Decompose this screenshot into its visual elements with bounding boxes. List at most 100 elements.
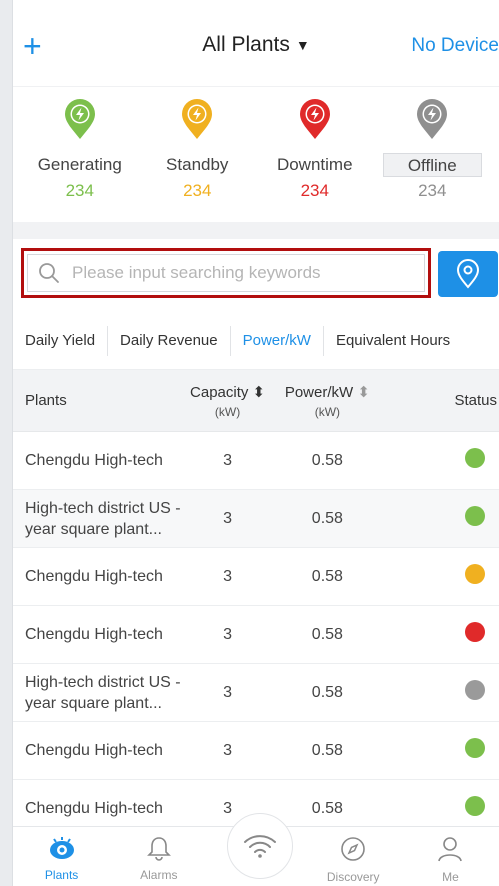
page-title: All Plants bbox=[202, 33, 290, 56]
nav-center-slot bbox=[207, 813, 304, 886]
plant-name: Chengdu High-tech bbox=[25, 568, 163, 585]
no-device-link[interactable]: No Device bbox=[411, 35, 499, 57]
plant-list: Chengdu High-tech 3 0.58 High-tech distr… bbox=[13, 432, 499, 838]
status-generating[interactable]: Generating 234 bbox=[25, 97, 135, 222]
lightning-pin-icon bbox=[299, 99, 330, 139]
search-icon bbox=[39, 263, 59, 283]
plant-name: Chengdu High-tech bbox=[25, 452, 163, 469]
plant-power: 0.58 bbox=[311, 683, 343, 701]
plant-power: 0.58 bbox=[311, 741, 343, 759]
status-dot-generating bbox=[465, 506, 485, 526]
header-capacity[interactable]: Capacity ⬍ (kW) bbox=[183, 383, 273, 419]
search-input[interactable] bbox=[72, 263, 392, 283]
status-cell bbox=[382, 738, 499, 763]
nav-label: Me bbox=[442, 870, 459, 884]
status-cell bbox=[382, 506, 499, 531]
locate-button[interactable] bbox=[438, 251, 498, 297]
status-downtime[interactable]: Downtime 234 bbox=[260, 97, 370, 222]
wifi-button[interactable] bbox=[227, 813, 293, 879]
nav-label: Plants bbox=[44, 868, 79, 882]
status-dot-generating bbox=[465, 738, 485, 758]
lightning-pin-icon bbox=[182, 99, 213, 139]
status-cell bbox=[382, 564, 499, 589]
app-screen: + All Plants ▼ No Device Generating 234 S bbox=[12, 0, 499, 886]
sort-icon: ⬍ bbox=[248, 383, 266, 401]
tab-equivalent-hours[interactable]: Equivalent Hours bbox=[324, 326, 462, 356]
plant-power: 0.58 bbox=[311, 451, 343, 469]
search-field[interactable] bbox=[27, 254, 425, 292]
status-dot-generating bbox=[465, 448, 485, 468]
plants-eye-icon bbox=[49, 837, 74, 859]
header-capacity-unit: (kW) bbox=[214, 404, 241, 419]
header-power-unit: (kW) bbox=[314, 404, 341, 419]
nav-discovery[interactable]: Discovery bbox=[305, 827, 402, 886]
lightning-pin-icon bbox=[64, 99, 95, 139]
status-dot-offline bbox=[465, 680, 485, 700]
status-cell bbox=[382, 796, 499, 821]
status-count: 234 bbox=[183, 181, 212, 200]
table-row[interactable]: Chengdu High-tech 3 0.58 bbox=[13, 548, 499, 606]
status-label: Standby bbox=[166, 155, 229, 174]
status-offline[interactable]: Offline 234 bbox=[377, 97, 487, 222]
plant-capacity: 3 bbox=[223, 683, 233, 701]
lightning-pin-icon bbox=[417, 99, 448, 139]
metric-tabs: Daily Yield Daily Revenue Power/kW Equiv… bbox=[13, 313, 499, 370]
status-label: Offline bbox=[382, 153, 482, 177]
plant-power: 0.58 bbox=[311, 509, 343, 527]
tab-daily-yield[interactable]: Daily Yield bbox=[13, 326, 109, 356]
plant-power: 0.58 bbox=[311, 799, 343, 817]
nav-alarms[interactable]: Alarms bbox=[110, 827, 207, 886]
status-cell bbox=[382, 622, 499, 647]
header-power-label: Power/kW bbox=[284, 383, 354, 401]
header-capacity-label: Capacity bbox=[190, 383, 249, 401]
bottom-nav: Plants Alarms Discovery Me bbox=[13, 813, 499, 886]
header-plants: Plants bbox=[25, 392, 67, 409]
table-row[interactable]: Chengdu High-tech 3 0.58 bbox=[13, 606, 499, 664]
plant-capacity: 3 bbox=[223, 451, 233, 469]
nav-plants[interactable]: Plants bbox=[13, 827, 110, 886]
plant-capacity: 3 bbox=[223, 509, 233, 527]
status-count: 234 bbox=[300, 181, 329, 200]
table-row[interactable]: High-tech district US -year square plant… bbox=[13, 664, 499, 722]
plant-name: High-tech district US -year square plant… bbox=[25, 673, 181, 712]
plant-power: 0.58 bbox=[311, 625, 343, 643]
plant-name: Chengdu High-tech bbox=[25, 742, 163, 759]
status-label: Downtime bbox=[276, 155, 353, 174]
header-power[interactable]: Power/kW ⬍ (kW) bbox=[272, 383, 382, 419]
compass-icon bbox=[341, 837, 366, 861]
table-row[interactable]: High-tech district US -year square plant… bbox=[13, 490, 499, 548]
plant-capacity: 3 bbox=[223, 741, 233, 759]
tab-power-kw[interactable]: Power/kW bbox=[231, 326, 324, 356]
person-icon bbox=[438, 837, 463, 862]
nav-label: Discovery bbox=[326, 870, 380, 884]
top-bar: + All Plants ▼ No Device bbox=[13, 0, 499, 86]
table-header: Plants Capacity ⬍ (kW) Power/kW ⬍ (kW) S… bbox=[13, 370, 499, 432]
table-row[interactable]: Chengdu High-tech 3 0.58 bbox=[13, 432, 499, 490]
plant-name: Chengdu High-tech bbox=[25, 800, 163, 817]
header-status: Status bbox=[454, 392, 497, 409]
plant-name: High-tech district US -year square plant… bbox=[25, 499, 181, 538]
plant-capacity: 3 bbox=[223, 567, 233, 585]
status-standby[interactable]: Standby 234 bbox=[142, 97, 252, 222]
plant-capacity: 3 bbox=[223, 625, 233, 643]
caret-down-icon: ▼ bbox=[295, 37, 310, 54]
section-divider bbox=[13, 222, 499, 239]
plant-power: 0.58 bbox=[311, 567, 343, 585]
status-cell bbox=[382, 448, 499, 473]
status-cell bbox=[382, 680, 499, 705]
status-dot-standby bbox=[465, 564, 485, 584]
search-highlight-box bbox=[21, 248, 431, 298]
tab-daily-revenue[interactable]: Daily Revenue bbox=[108, 326, 231, 356]
sort-icon: ⬍ bbox=[353, 383, 370, 401]
search-area bbox=[13, 239, 499, 313]
bell-icon bbox=[146, 837, 171, 861]
status-count: 234 bbox=[418, 181, 447, 200]
wifi-icon bbox=[244, 835, 276, 858]
status-count: 234 bbox=[65, 181, 94, 200]
nav-label: Alarms bbox=[140, 868, 178, 882]
status-dot-generating bbox=[465, 796, 485, 816]
status-label: Generating bbox=[37, 155, 122, 174]
location-pin-icon bbox=[456, 259, 480, 289]
table-row[interactable]: Chengdu High-tech 3 0.58 bbox=[13, 722, 499, 780]
nav-me[interactable]: Me bbox=[402, 827, 499, 886]
